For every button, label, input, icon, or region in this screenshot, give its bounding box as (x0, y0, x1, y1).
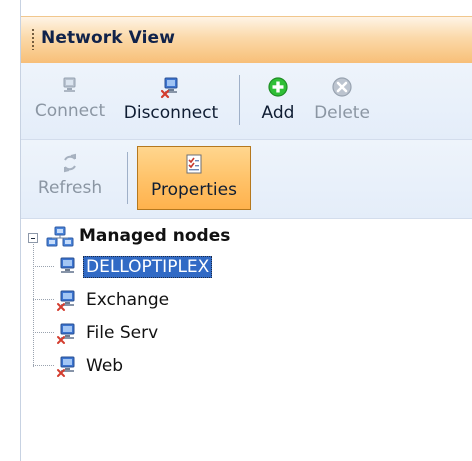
computer-node-icon (57, 323, 75, 344)
properties-icon (186, 154, 202, 174)
delete-button[interactable]: Delete (306, 75, 378, 123)
tree-connector-vertical (33, 244, 34, 367)
delete-icon (332, 77, 352, 97)
managed-nodes-tree: Managed nodes DELLOPTIPLEX Exchange File… (21, 219, 472, 461)
toolbar-row-2: Refresh Properties (21, 140, 472, 219)
add-label: Add (261, 103, 295, 123)
disconnect-button[interactable]: Disconnect (117, 75, 225, 123)
network-nodes-icon (46, 226, 74, 247)
file-serv-label: File Serv (86, 323, 159, 343)
properties-button[interactable]: Properties (137, 152, 251, 200)
properties-label: Properties (151, 180, 237, 200)
refresh-icon (64, 153, 76, 173)
root-node-label: Managed nodes (79, 226, 231, 246)
toolbar-row-1: Connect Disconnect Add Delete (21, 63, 472, 140)
title-bar: Network View (21, 16, 472, 64)
connect-button[interactable]: Connect (27, 75, 113, 121)
connect-computer-icon (63, 77, 76, 92)
computer-node-icon (57, 356, 75, 377)
left-strip (0, 0, 20, 461)
refresh-label: Refresh (37, 178, 103, 198)
add-icon (268, 77, 288, 97)
screen-frame: Network View Connect Disconnect Add Dele… (0, 0, 472, 461)
panel-grip-icon[interactable] (31, 28, 35, 50)
collapse-toggle[interactable] (28, 233, 38, 243)
refresh-button[interactable]: Refresh (27, 152, 113, 198)
delloptiplex-label: DELLOPTIPLEX (83, 256, 213, 278)
tree-connector-2 (33, 299, 55, 300)
computer-node-icon (60, 257, 75, 273)
tree-connector-3 (33, 332, 55, 333)
connect-label: Connect (34, 101, 106, 121)
tree-connector-4 (33, 365, 55, 366)
computer-node-icon (57, 290, 75, 311)
tree-connector-1 (33, 266, 55, 267)
toolbar-separator-2 (127, 152, 128, 204)
network-view-panel: Network View Connect Disconnect Add Dele… (20, 0, 472, 461)
panel-title: Network View (41, 28, 175, 48)
disconnect-computer-icon (160, 77, 178, 99)
disconnect-label: Disconnect (123, 103, 219, 123)
web-label: Web (86, 356, 124, 376)
add-button[interactable]: Add (254, 75, 302, 123)
toolbar-separator (239, 75, 240, 125)
exchange-label: Exchange (86, 290, 170, 310)
delete-label: Delete (314, 103, 370, 123)
